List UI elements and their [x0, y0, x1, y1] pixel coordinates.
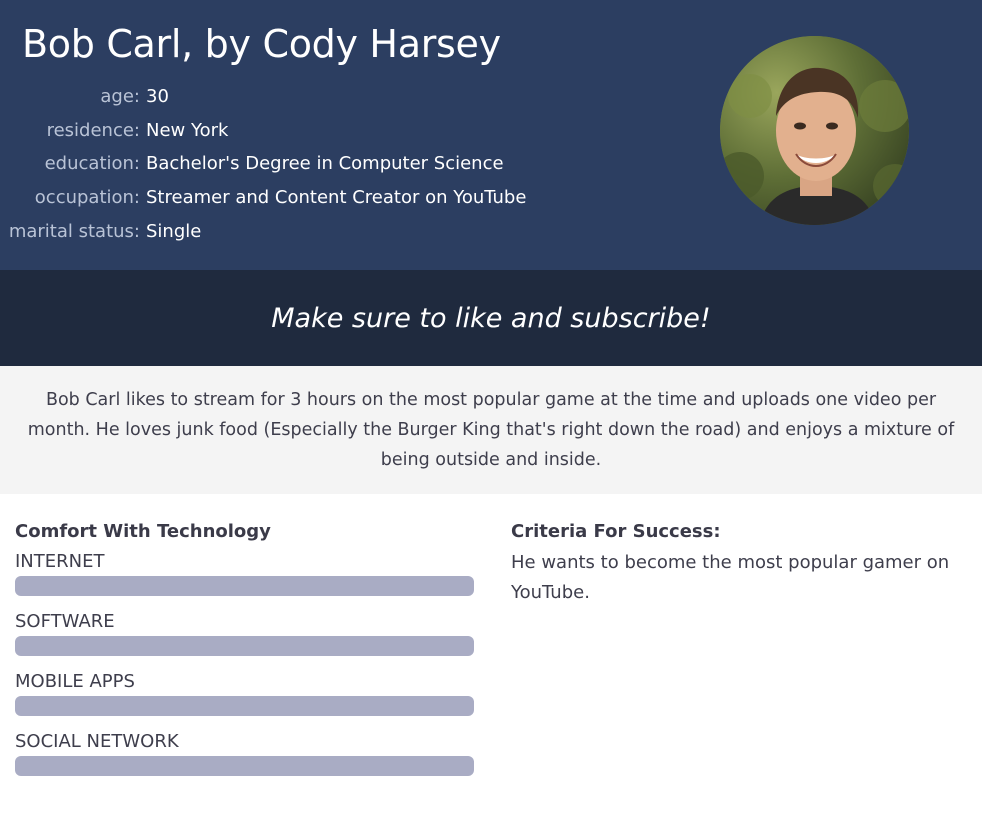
bio-section: Bob Carl likes to stream for 3 hours on … [0, 366, 982, 494]
fact-education: education: Bachelor's Degree in Computer… [0, 147, 526, 181]
technology-heading: Comfort With Technology [15, 521, 271, 542]
meter-fill [15, 696, 474, 716]
fact-residence: residence: New York [0, 114, 526, 148]
fact-value: Streamer and Content Creator on YouTube [146, 187, 527, 209]
quote-banner: Make sure to like and subscribe! [0, 270, 982, 366]
meter-label: INTERNET [15, 551, 105, 572]
meter-social-network: SOCIAL NETWORK [15, 728, 474, 776]
meter-fill [15, 576, 474, 596]
fact-value: New York [146, 119, 229, 141]
persona-title: Bob Carl, by Cody Harsey [22, 22, 501, 66]
avatar [720, 36, 909, 225]
persona-header: Bob Carl, by Cody Harsey age: 30 residen… [0, 0, 982, 270]
fact-label: marital status: [8, 220, 140, 242]
technology-comfort: Comfort With Technology INTERNET SOFTWAR… [15, 518, 474, 788]
criteria-text: He wants to become the most popular game… [511, 552, 950, 603]
meter-label: SOFTWARE [15, 611, 115, 632]
fact-value: Single [146, 220, 202, 242]
persona-facts: age: 30 residence: New York education: B… [0, 80, 527, 248]
meter-label: SOCIAL NETWORK [15, 731, 179, 752]
person-photo-icon [720, 36, 909, 225]
fact-value: Bachelor's Degree in Computer Science [146, 153, 504, 175]
fact-label: residence: [46, 119, 140, 141]
criteria-for-success: Criteria For Success: He wants to become… [511, 518, 951, 608]
persona-bio: Bob Carl likes to stream for 3 hours on … [27, 390, 955, 470]
meter-bar [15, 636, 474, 656]
persona-quote: Make sure to like and subscribe! [271, 302, 711, 334]
meter-software: SOFTWARE [15, 608, 474, 656]
meter-fill [15, 756, 474, 776]
criteria-heading: Criteria For Success: [511, 521, 721, 542]
details-section: Comfort With Technology INTERNET SOFTWAR… [0, 494, 982, 814]
meter-internet: INTERNET [15, 548, 474, 596]
meter-bar [15, 576, 474, 596]
fact-marital-status: marital status: Single [0, 214, 526, 248]
meter-fill [15, 636, 474, 656]
fact-label: occupation: [34, 187, 140, 209]
meter-mobile-apps: MOBILE APPS [15, 668, 474, 716]
meter-label: MOBILE APPS [15, 671, 135, 692]
fact-occupation: occupation: Streamer and Content Creator… [0, 181, 527, 215]
meter-bar [15, 696, 474, 716]
fact-label: age: [100, 86, 140, 108]
fact-value: 30 [146, 86, 169, 108]
fact-label: education: [44, 153, 140, 175]
meter-bar [15, 756, 474, 776]
fact-age: age: 30 [0, 80, 526, 114]
